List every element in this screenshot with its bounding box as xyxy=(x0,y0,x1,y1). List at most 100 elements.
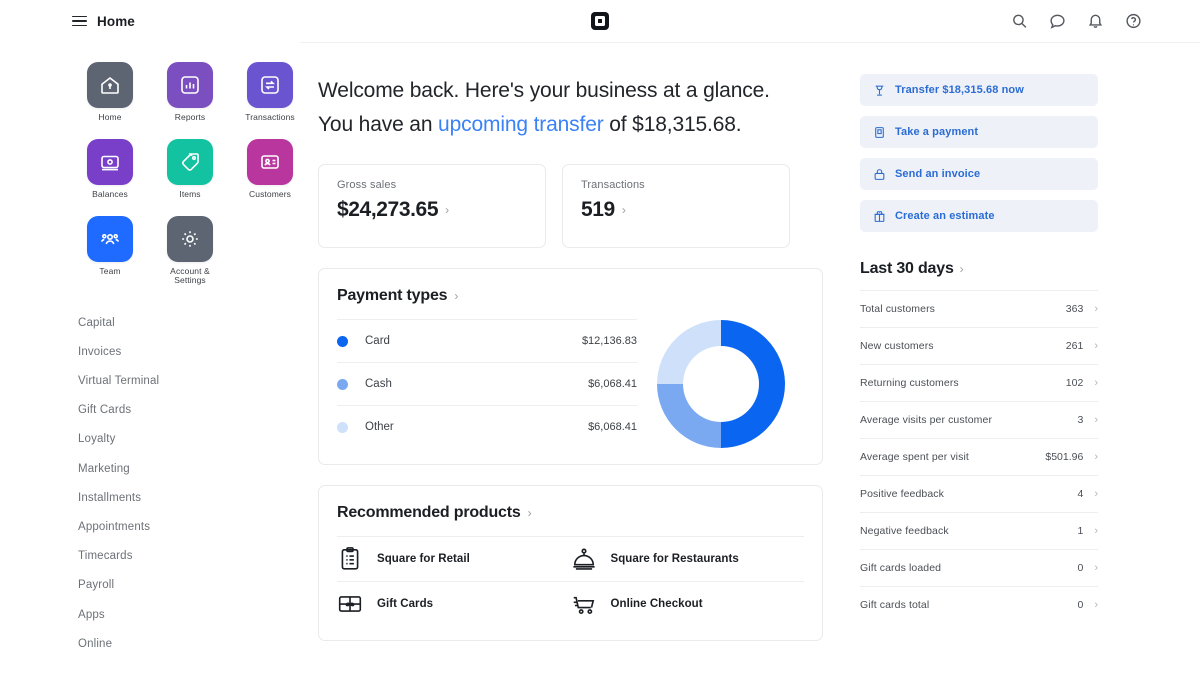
chevron-right-icon: › xyxy=(1094,563,1098,574)
sidebar-link-apps[interactable]: Apps xyxy=(78,600,300,629)
top-navigation-bar: Home xyxy=(0,0,1200,43)
house-icon xyxy=(87,62,133,108)
sidebar-item-team[interactable]: Team xyxy=(78,216,142,287)
product-label: Square for Retail xyxy=(377,553,470,565)
create-an-estimate-button[interactable]: Create an estimate xyxy=(860,200,1098,232)
payment-type-row[interactable]: Cash $6,068.41 xyxy=(337,362,637,405)
stat-row-new-customers[interactable]: New customers 261 › xyxy=(860,327,1098,364)
sidebar-link-marketing[interactable]: Marketing xyxy=(78,454,300,483)
take-a-payment-button[interactable]: Take a payment xyxy=(860,116,1098,148)
kpi-value: $24,273.65 xyxy=(337,198,438,222)
sidebar-item-label: Balances xyxy=(92,190,128,200)
sidebar-item-label: Team xyxy=(99,267,120,277)
stat-label: Gift cards loaded xyxy=(860,562,941,574)
payment-type-name: Cash xyxy=(365,378,392,390)
chevron-right-icon: › xyxy=(528,507,532,519)
payment-type-name: Other xyxy=(365,421,394,433)
sidebar-link-virtual-terminal[interactable]: Virtual Terminal xyxy=(78,366,300,395)
stat-label: New customers xyxy=(860,340,934,352)
greeting-line-2: You have an upcoming transfer of $18,315… xyxy=(318,108,818,142)
sidebar-link-appointments[interactable]: Appointments xyxy=(78,512,300,541)
product-square-for-restaurants[interactable]: Square for Restaurants xyxy=(571,536,805,581)
square-logo[interactable] xyxy=(591,12,609,30)
sidebar-link-invoices[interactable]: Invoices xyxy=(78,337,300,366)
sidebar-item-balances[interactable]: Balances xyxy=(78,139,142,200)
kpi-value: 519 xyxy=(581,198,615,222)
sidebar-link-timecards[interactable]: Timecards xyxy=(78,542,300,571)
page-title: Home xyxy=(97,14,135,29)
payment-types-legend: Card $12,136.83 Cash $6,068.41 Other $6,… xyxy=(337,319,637,448)
legend-dot-cash xyxy=(337,379,348,390)
kpi-card-row: Gross sales $24,273.65 › Transactions 51… xyxy=(318,164,840,248)
clipboard-icon xyxy=(337,546,363,572)
payment-type-row[interactable]: Card $12,136.83 xyxy=(337,319,637,362)
sidebar-item-label: Customers xyxy=(249,190,291,200)
sidebar-item-label: Items xyxy=(179,190,200,200)
bell-icon[interactable] xyxy=(1087,13,1104,30)
search-icon[interactable] xyxy=(1011,13,1028,30)
stat-row-gift-cards-total[interactable]: Gift cards total 0 › xyxy=(860,586,1098,623)
exchange-icon xyxy=(247,62,293,108)
greeting-line-1: Welcome back. Here's your business at a … xyxy=(318,74,818,108)
sidebar-item-customers[interactable]: Customers xyxy=(238,139,302,200)
help-icon[interactable] xyxy=(1125,13,1142,30)
sidebar-item-items[interactable]: Items xyxy=(158,139,222,200)
sidebar-item-label: Home xyxy=(98,113,121,123)
stat-row-average-spent-per-visit[interactable]: Average spent per visit $501.96 › xyxy=(860,438,1098,475)
product-online-checkout[interactable]: Online Checkout xyxy=(571,581,805,626)
kpi-label: Gross sales xyxy=(337,179,527,191)
payment-type-name: Card xyxy=(365,335,390,347)
stat-label: Total customers xyxy=(860,303,935,315)
payment-type-amount: $12,136.83 xyxy=(582,335,637,347)
sidebar-link-payroll[interactable]: Payroll xyxy=(78,571,300,600)
send-an-invoice-button[interactable]: Send an invoice xyxy=(860,158,1098,190)
sidebar-link-gift-cards[interactable]: Gift Cards xyxy=(78,396,300,425)
gear-icon xyxy=(167,216,213,262)
contact-card-icon xyxy=(247,139,293,185)
stat-row-returning-customers[interactable]: Returning customers 102 › xyxy=(860,364,1098,401)
payment-type-row[interactable]: Other $6,068.41 xyxy=(337,405,637,448)
chevron-right-icon: › xyxy=(1094,304,1098,315)
stat-row-positive-feedback[interactable]: Positive feedback 4 › xyxy=(860,475,1098,512)
stat-label: Average visits per customer xyxy=(860,414,992,426)
payment-type-amount: $6,068.41 xyxy=(588,421,637,433)
topbar-icon-group xyxy=(1011,13,1142,30)
stat-row-average-visits-per-customer[interactable]: Average visits per customer 3 › xyxy=(860,401,1098,438)
sidebar-link-installments[interactable]: Installments xyxy=(78,483,300,512)
panel-title: Recommended products xyxy=(337,504,521,522)
chevron-right-icon: › xyxy=(1094,452,1098,463)
invoice-icon xyxy=(873,168,886,181)
product-square-for-retail[interactable]: Square for Retail xyxy=(337,536,571,581)
stat-label: Average spent per visit xyxy=(860,451,969,463)
sidebar-item-home[interactable]: Home xyxy=(78,62,142,123)
sidebar-item-transactions[interactable]: Transactions xyxy=(238,62,302,123)
chat-icon[interactable] xyxy=(1049,13,1066,30)
donut-hole xyxy=(683,346,759,422)
sidebar-links: Capital Invoices Virtual Terminal Gift C… xyxy=(78,308,300,658)
chevron-right-icon: › xyxy=(1094,526,1098,537)
sidebar-item-account-settings[interactable]: Account & Settings xyxy=(158,216,222,287)
action-label: Transfer $18,315.68 now xyxy=(895,84,1024,96)
stat-value: 0 xyxy=(1077,562,1083,574)
chevron-right-icon: › xyxy=(1094,600,1098,611)
stats-header[interactable]: Last 30 days › xyxy=(860,260,1098,290)
payment-types-header[interactable]: Payment types › xyxy=(319,269,822,319)
sidebar-link-online[interactable]: Online xyxy=(78,629,300,658)
sidebar-link-capital[interactable]: Capital xyxy=(78,308,300,337)
recommended-products-header[interactable]: Recommended products › xyxy=(319,486,822,536)
product-gift-cards[interactable]: Gift Cards xyxy=(337,581,571,626)
hamburger-icon[interactable] xyxy=(72,16,87,27)
kpi-card-gross-sales[interactable]: Gross sales $24,273.65 › xyxy=(318,164,546,248)
stat-row-gift-cards-loaded[interactable]: Gift cards loaded 0 › xyxy=(860,549,1098,586)
upcoming-transfer-link[interactable]: upcoming transfer xyxy=(438,113,604,136)
kpi-card-transactions[interactable]: Transactions 519 › xyxy=(562,164,790,248)
gift-card-icon xyxy=(337,591,363,617)
transfer-now-button[interactable]: Transfer $18,315.68 now xyxy=(860,74,1098,106)
sidebar-item-reports[interactable]: Reports xyxy=(158,62,222,123)
stat-row-negative-feedback[interactable]: Negative feedback 1 › xyxy=(860,512,1098,549)
sidebar-link-loyalty[interactable]: Loyalty xyxy=(78,425,300,454)
action-label: Take a payment xyxy=(895,126,978,138)
product-label: Online Checkout xyxy=(611,598,703,610)
stat-row-total-customers[interactable]: Total customers 363 › xyxy=(860,290,1098,327)
sidebar-item-label: Reports xyxy=(175,113,205,123)
